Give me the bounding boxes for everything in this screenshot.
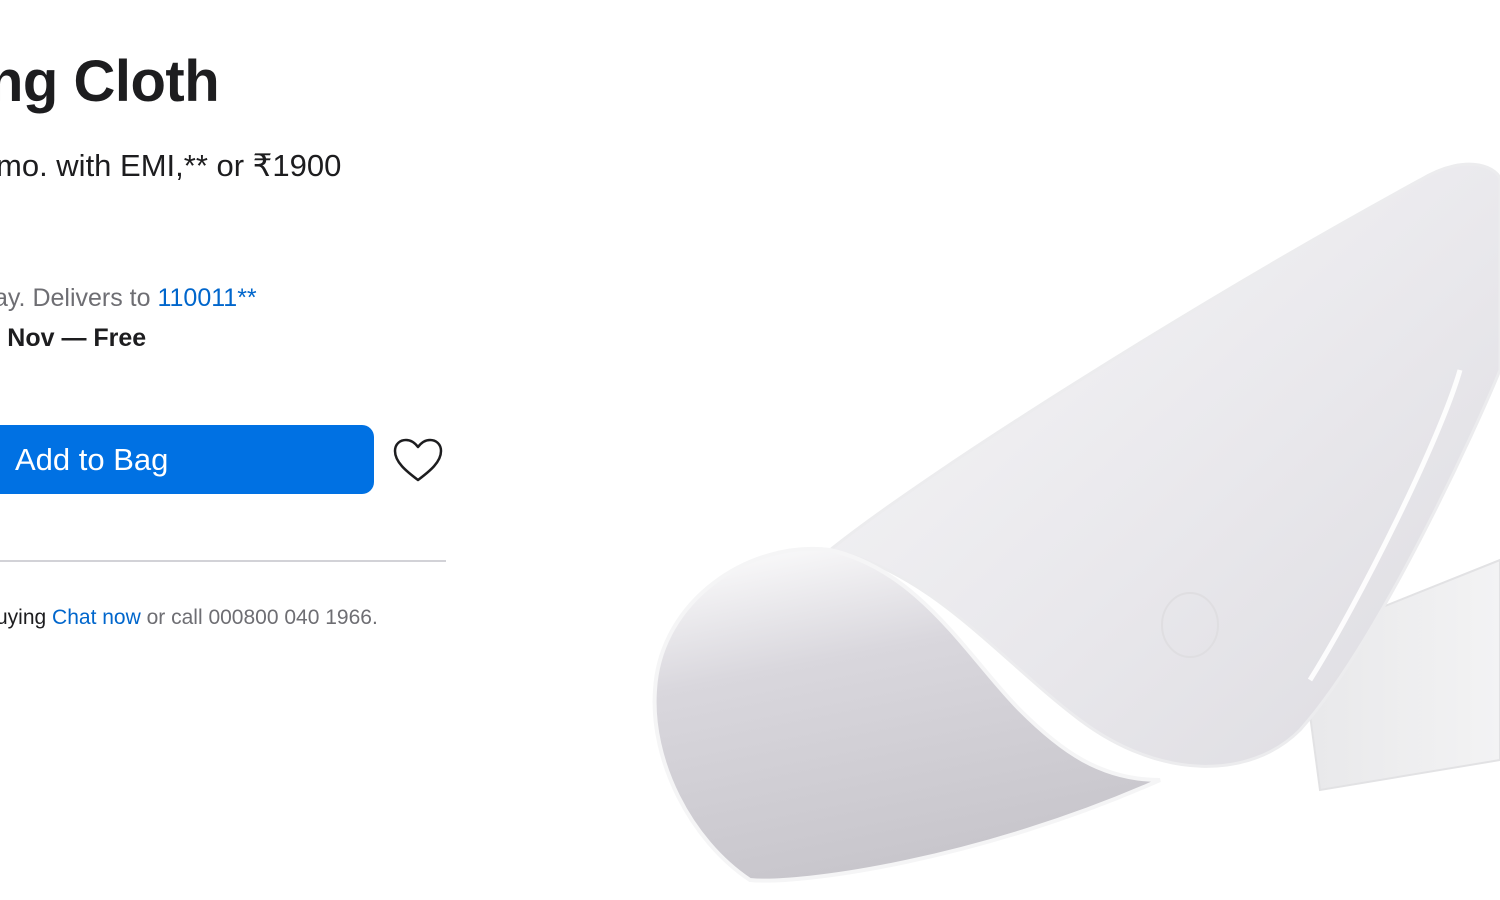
delivery-date: : Nov — Free xyxy=(0,324,146,353)
polishing-cloth-image xyxy=(652,162,1500,883)
heart-outline-icon xyxy=(393,438,443,482)
price-text: mo. with EMI,** or ₹1900 xyxy=(0,148,342,183)
product-title: ng Cloth xyxy=(0,49,220,114)
delivery-zip-link[interactable]: 110011** xyxy=(157,284,256,312)
delivery-date-text: Nov — Free xyxy=(7,324,147,352)
delivery-info: ay. Delivers to 110011** xyxy=(0,284,257,313)
help-suffix: or call 000800 040 1966. xyxy=(140,606,378,629)
product-page: ng Cloth mo. with EMI,** or ₹1900 ay. De… xyxy=(0,0,1500,900)
chat-now-link[interactable]: Chat now xyxy=(52,606,141,629)
delivery-prefix: ay. Delivers to xyxy=(0,284,158,312)
help-prefix: uying xyxy=(0,606,53,629)
divider xyxy=(0,560,446,562)
favorite-button[interactable] xyxy=(390,432,446,488)
add-to-bag-button[interactable]: Add to Bag xyxy=(0,425,374,494)
help-text: uying Chat now or call 000800 040 1966. xyxy=(0,606,378,630)
